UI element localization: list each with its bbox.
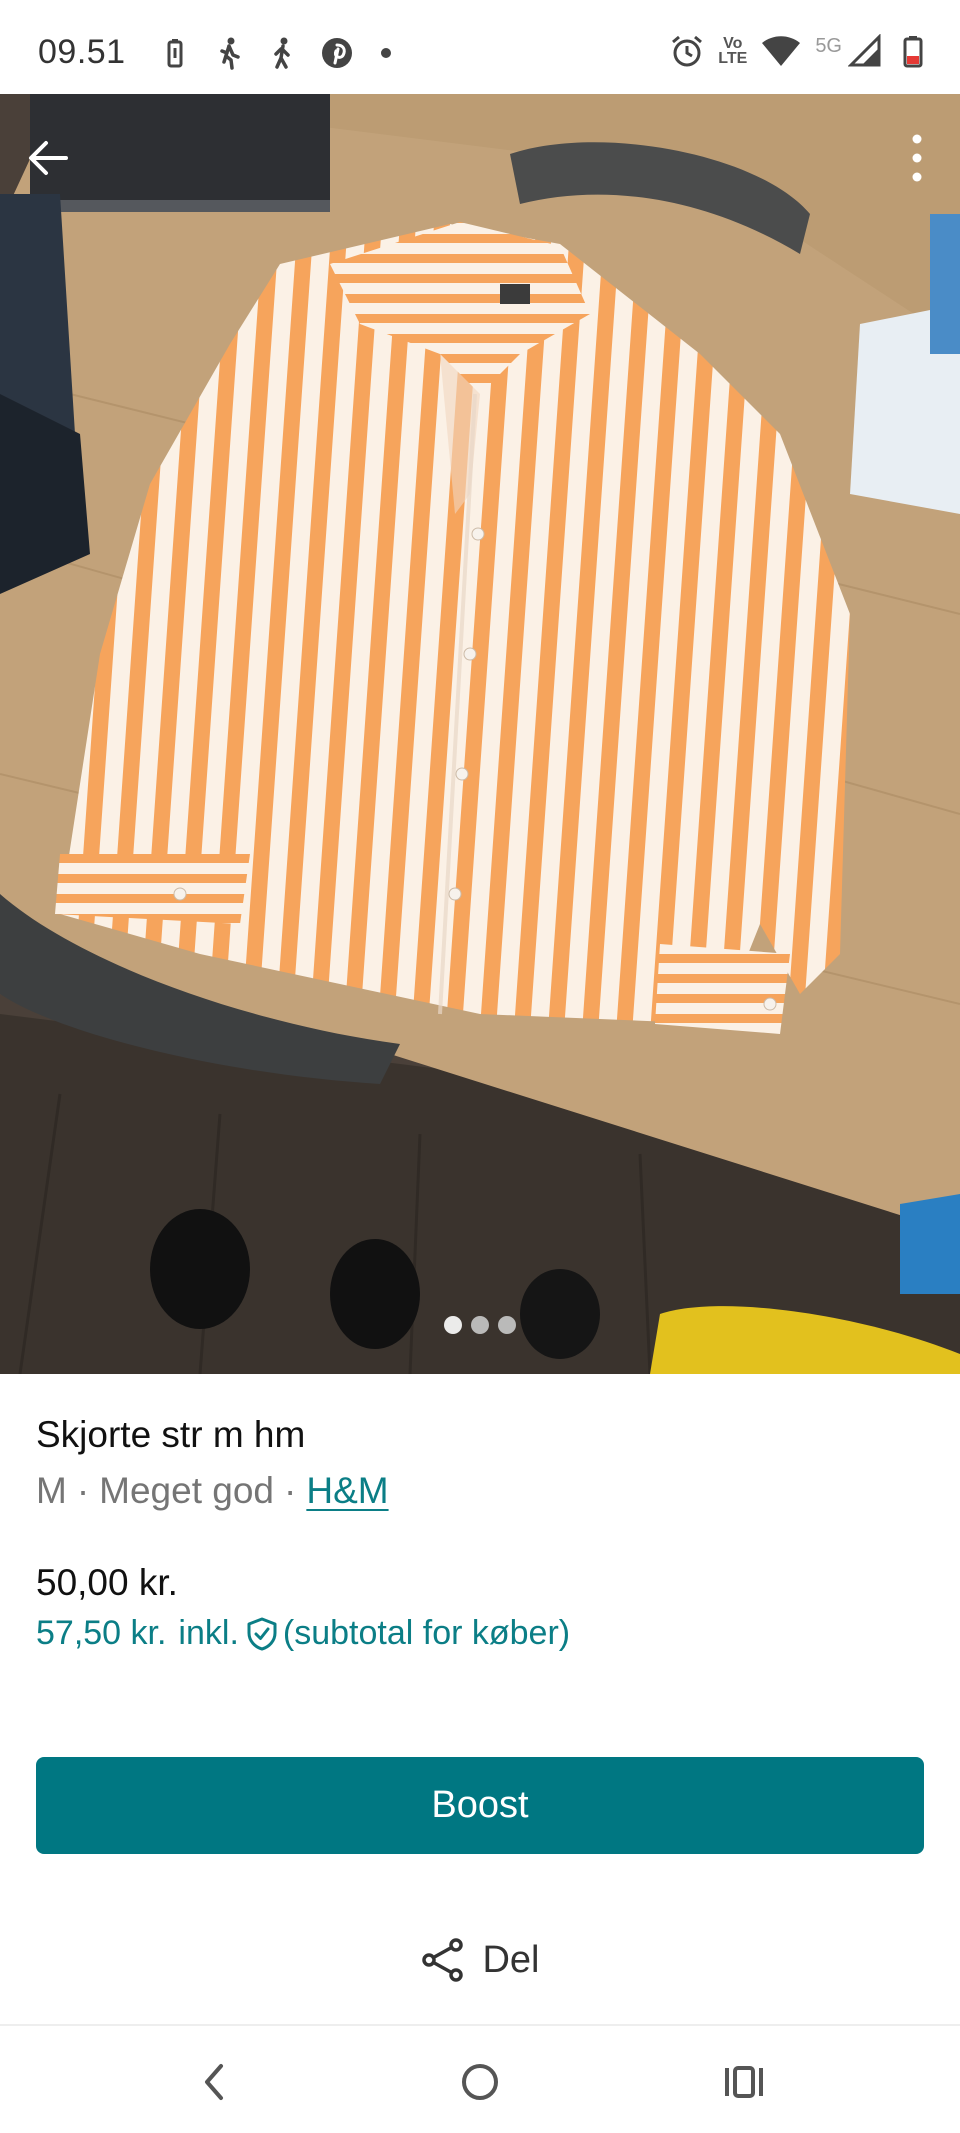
chevron-left-icon xyxy=(205,2064,223,2100)
system-home-button[interactable] xyxy=(452,2054,508,2110)
status-time: 09.51 xyxy=(38,33,126,71)
walking-icon xyxy=(274,37,290,69)
carousel-dot-2[interactable] xyxy=(471,1316,489,1334)
pinterest-icon xyxy=(322,38,352,68)
status-bar: 09.51 Vo LTE 5G xyxy=(0,0,960,94)
system-navigation-bar xyxy=(0,2024,960,2133)
system-recents-button[interactable] xyxy=(716,2054,772,2110)
carousel-dot-3[interactable] xyxy=(498,1316,516,1334)
share-icon xyxy=(422,1938,464,1982)
battery-icon xyxy=(903,36,923,68)
price-with-protection[interactable]: 57,50 kr. inkl. (subtotal for køber) xyxy=(36,1614,570,1653)
arrow-left-icon xyxy=(29,141,68,175)
5g-icon: 5G xyxy=(815,34,842,57)
carousel-page-indicator xyxy=(0,1316,960,1334)
dot-icon xyxy=(381,48,391,58)
more-vertical-icon xyxy=(912,134,922,182)
status-system-icons: Vo LTE 5G xyxy=(670,34,930,68)
carousel-dot-1[interactable] xyxy=(444,1316,462,1334)
price-incl-amount: 57,50 kr. xyxy=(36,1614,167,1652)
volte-label-bottom: LTE xyxy=(718,50,748,67)
product-image-carousel[interactable] xyxy=(0,94,960,1374)
volte-icon: Vo LTE xyxy=(718,35,748,67)
shield-check-icon xyxy=(247,1617,277,1650)
listing-price: 50,00 kr. xyxy=(36,1562,178,1603)
more-options-button[interactable] xyxy=(892,130,942,186)
home-circle-icon xyxy=(462,2064,498,2100)
boost-button[interactable]: Boost xyxy=(36,1757,924,1854)
signal-icon xyxy=(848,34,881,67)
listing-condition: Meget god xyxy=(99,1470,275,1511)
price-incl-word: inkl. xyxy=(178,1614,239,1652)
volte-label-top: Vo xyxy=(723,35,743,52)
separator: · xyxy=(76,1470,90,1511)
wifi-icon xyxy=(762,36,801,66)
back-button[interactable] xyxy=(22,132,74,184)
walking-icon xyxy=(220,37,240,70)
separator: · xyxy=(284,1470,297,1511)
share-label: Del xyxy=(482,1938,540,1981)
battery-saver-icon xyxy=(167,39,183,68)
product-photo xyxy=(0,94,960,1374)
listing-size: M xyxy=(36,1470,67,1511)
status-notification-icons xyxy=(158,36,408,70)
share-button[interactable]: Del xyxy=(0,1926,960,1994)
listing-title: Skjorte str m hm xyxy=(36,1414,306,1455)
alarm-icon xyxy=(672,35,703,67)
brand-link[interactable]: H&M xyxy=(306,1470,388,1511)
recent-apps-icon xyxy=(725,2066,763,2098)
price-incl-note: (subtotal for køber) xyxy=(282,1614,571,1652)
listing-attributes: M · Meget god · H&M xyxy=(36,1470,389,1512)
system-back-button[interactable] xyxy=(186,2054,242,2110)
